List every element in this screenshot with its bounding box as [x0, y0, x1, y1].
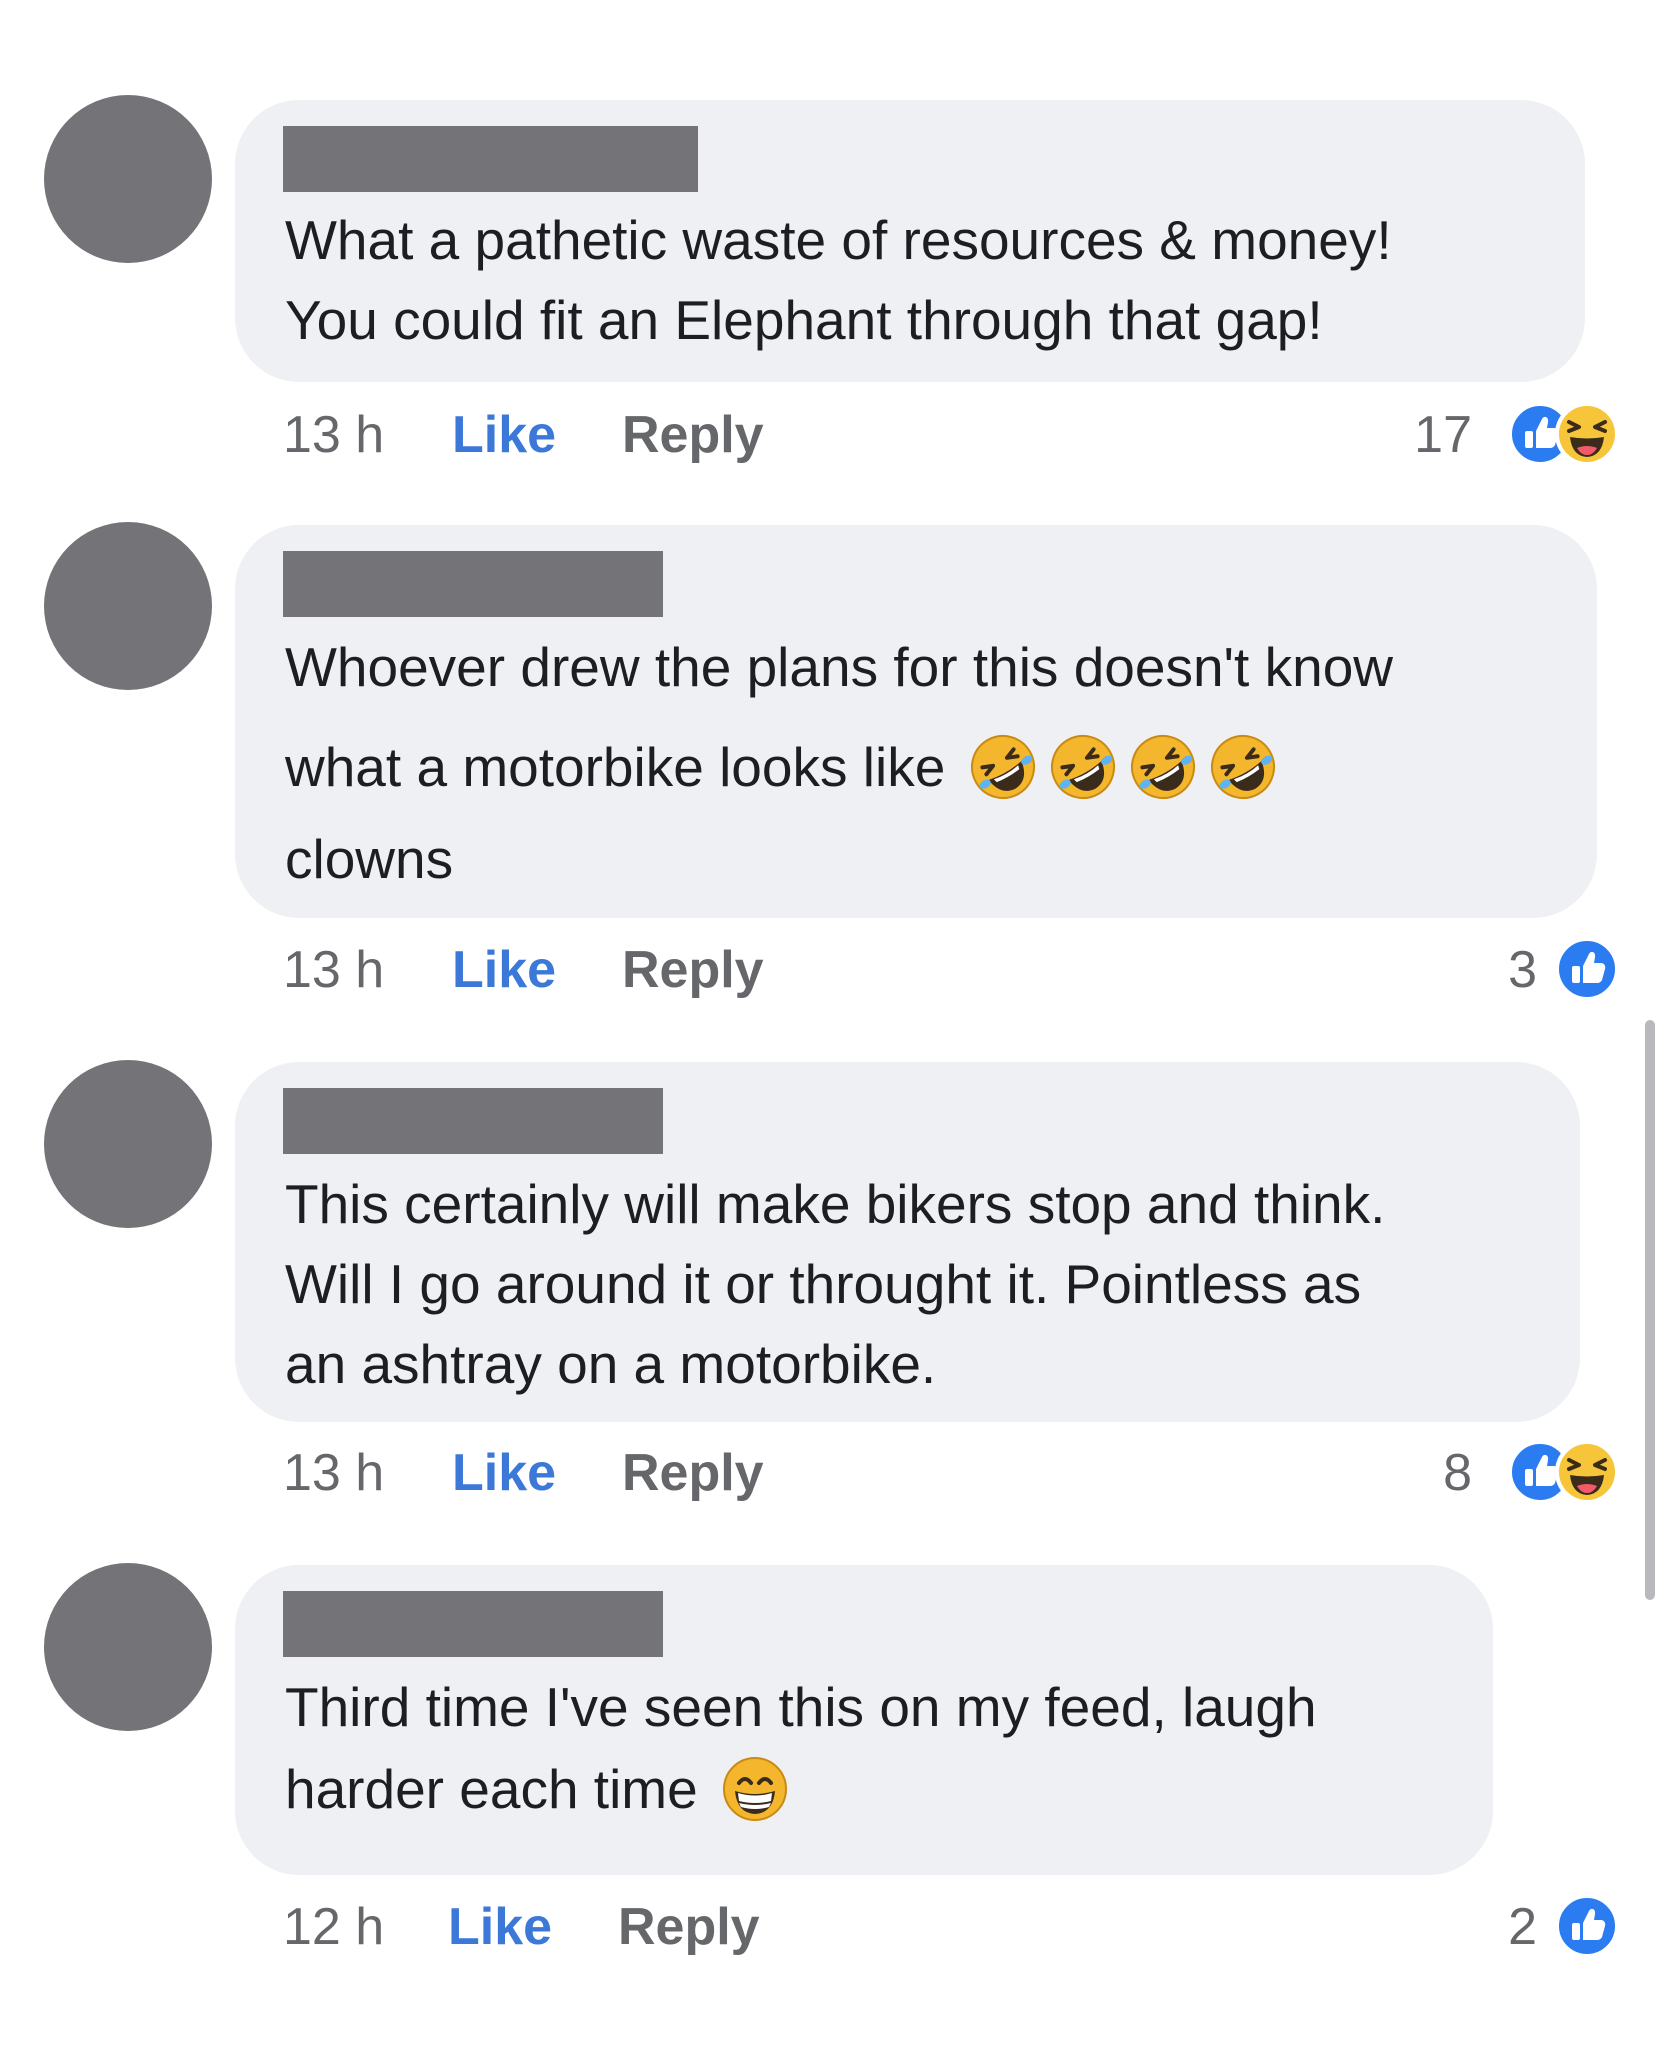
comment-bubble: This certainly will make bikers stop and… — [235, 1062, 1580, 1422]
like-button[interactable]: Like — [452, 940, 556, 1000]
comment-text-line: Third time I've seen this on my feed, la… — [285, 1676, 1317, 1738]
reaction-count[interactable]: 17 — [1414, 405, 1472, 465]
comment-bubble: What a pathetic waste of resources & mon… — [235, 100, 1585, 382]
comment-bubble: Third time I've seen this on my feed, la… — [235, 1565, 1493, 1875]
reply-button[interactable]: Reply — [622, 1443, 764, 1503]
rolling-on-floor-laughing-emoji — [1127, 731, 1199, 803]
like-icon[interactable] — [1555, 1894, 1619, 1958]
redacted-author-name[interactable] — [283, 1591, 663, 1657]
like-button[interactable]: Like — [452, 405, 556, 465]
avatar[interactable] — [44, 522, 212, 690]
redacted-author-name[interactable] — [283, 551, 663, 617]
comment-text-line: This certainly will make bikers stop and… — [285, 1173, 1386, 1235]
comment-text-line: harder each time — [285, 1757, 1453, 1829]
avatar[interactable] — [44, 1563, 212, 1731]
comment-text-line: What a pathetic waste of resources & mon… — [285, 209, 1392, 271]
comment-text-line: Will I go around it or throught it. Poin… — [285, 1253, 1362, 1315]
comment-text-line: Whoever drew the plans for this doesn't … — [285, 636, 1394, 698]
rolling-on-floor-laughing-emoji — [1047, 731, 1119, 803]
like-button[interactable]: Like — [452, 1443, 556, 1503]
avatar[interactable] — [44, 1060, 212, 1228]
comment-timestamp[interactable]: 13 h — [283, 940, 384, 1000]
comment-text-line: clowns — [285, 828, 454, 890]
avatar[interactable] — [44, 95, 212, 263]
redacted-author-name[interactable] — [283, 1088, 663, 1154]
laugh-icon[interactable] — [1555, 1440, 1619, 1504]
rolling-on-floor-laughing-emoji — [1207, 731, 1279, 803]
grinning-face-emoji — [719, 1753, 791, 1825]
reply-button[interactable]: Reply — [622, 405, 764, 465]
like-button[interactable]: Like — [448, 1897, 552, 1957]
like-icon[interactable] — [1555, 937, 1619, 1001]
comment-bubble: Whoever drew the plans for this doesn't … — [235, 525, 1597, 918]
comment-text: what a motorbike looks like — [285, 736, 946, 798]
comment-timestamp[interactable]: 12 h — [283, 1897, 384, 1957]
reaction-count[interactable]: 2 — [1508, 1897, 1537, 1957]
reaction-count[interactable]: 3 — [1508, 940, 1537, 1000]
redacted-author-name[interactable] — [283, 126, 698, 192]
comment-text-line: an ashtray on a motorbike. — [285, 1333, 937, 1395]
comment-timestamp[interactable]: 13 h — [283, 405, 384, 465]
reaction-count[interactable]: 8 — [1443, 1443, 1472, 1503]
comment-text-line: what a motorbike looks like — [285, 735, 1557, 807]
comment-text-line: You could fit an Elephant through that g… — [285, 289, 1323, 351]
reply-button[interactable]: Reply — [622, 940, 764, 1000]
comment-text: harder each time — [285, 1758, 698, 1820]
rolling-on-floor-laughing-emoji — [967, 731, 1039, 803]
comment-timestamp[interactable]: 13 h — [283, 1443, 384, 1503]
scrollbar[interactable] — [1645, 1020, 1655, 1600]
reply-button[interactable]: Reply — [618, 1897, 760, 1957]
laugh-icon[interactable] — [1555, 402, 1619, 466]
